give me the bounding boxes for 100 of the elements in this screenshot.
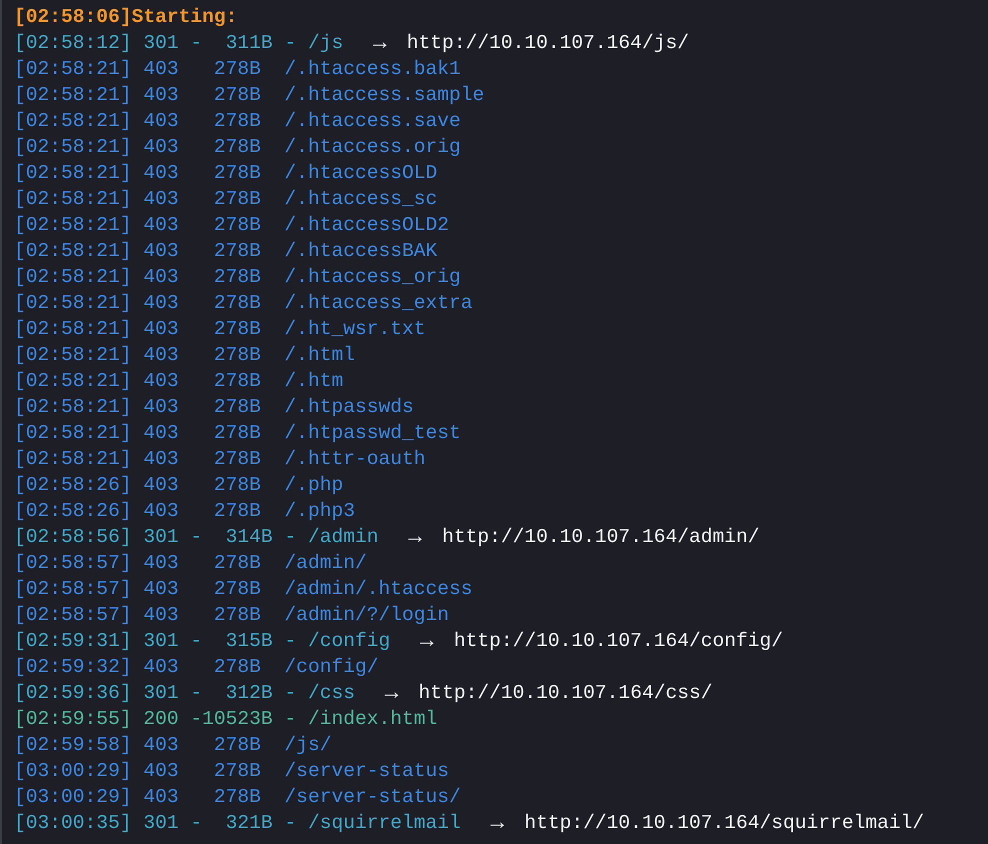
- url-path: /admin/.htaccess: [284, 577, 473, 602]
- url-path: /css: [308, 681, 355, 706]
- response-size: 278B: [212, 265, 261, 290]
- redirect-url: http://10.10.107.164/admin/: [442, 525, 760, 550]
- url-path: /squirrelmail: [308, 811, 461, 836]
- response-size: 278B: [212, 655, 261, 680]
- status-code: 301: [143, 525, 179, 550]
- url-path: /.httr-oauth: [284, 447, 426, 472]
- response-size: 278B: [212, 421, 261, 446]
- response-size: 10523B: [202, 707, 273, 732]
- response-size: 315B: [224, 629, 273, 654]
- url-path: /.html: [284, 343, 355, 368]
- url-path: /.php: [284, 473, 344, 498]
- separator: -: [284, 707, 296, 732]
- response-size: 278B: [212, 213, 261, 238]
- timestamp: [02:59:32]: [14, 655, 132, 680]
- status-code: 403: [143, 551, 179, 576]
- url-path: /.htaccessBAK: [284, 239, 438, 264]
- timestamp: [02:58:21]: [14, 83, 132, 108]
- status-code: 403: [143, 83, 179, 108]
- timestamp: [02:58:56]: [14, 525, 132, 550]
- url-path: /admin/?/login: [284, 603, 450, 628]
- url-path: /.htaccessOLD2: [284, 213, 450, 238]
- redirect-arrow: →: [408, 524, 422, 550]
- timestamp: [03:00:29]: [14, 759, 132, 784]
- separator: -: [284, 681, 296, 706]
- status-code: 200: [143, 707, 179, 732]
- response-size: 314B: [224, 525, 273, 550]
- status-code: 403: [143, 291, 179, 316]
- url-path: /.htaccess_orig: [284, 265, 461, 290]
- status-code: 403: [143, 187, 179, 212]
- timestamp: [02:58:21]: [14, 369, 132, 394]
- timestamp: [03:00:29]: [14, 785, 132, 810]
- status-code: 403: [143, 655, 179, 680]
- status-code: 403: [143, 603, 179, 628]
- timestamp: [02:58:57]: [14, 551, 132, 576]
- url-path: /.ht_wsr.txt: [284, 317, 426, 342]
- redirect-url: http://10.10.107.164/js/: [406, 31, 689, 56]
- status-code: 403: [143, 265, 179, 290]
- url-path: /.htaccess_sc: [284, 187, 438, 212]
- separator: -: [190, 681, 202, 706]
- url-path: /.htaccess.sample: [284, 83, 484, 108]
- response-size: 278B: [212, 161, 261, 186]
- response-size: 321B: [224, 811, 273, 836]
- redirect-arrow: →: [384, 680, 398, 706]
- status-code: 403: [143, 161, 179, 186]
- response-size: 278B: [212, 395, 261, 420]
- separator: -: [284, 811, 296, 836]
- separator: -: [190, 811, 202, 836]
- url-path: /.htpasswds: [284, 395, 414, 420]
- response-size: 278B: [212, 57, 261, 82]
- separator: -: [284, 629, 296, 654]
- timestamp: [02:58:26]: [14, 473, 132, 498]
- response-size: 278B: [212, 239, 261, 264]
- status-code: 403: [143, 369, 179, 394]
- status-code: 301: [143, 629, 179, 654]
- url-path: /.htaccess.orig: [284, 135, 461, 160]
- timestamp: [02:58:12]: [14, 31, 132, 56]
- timestamp: [02:58:21]: [14, 317, 132, 342]
- url-path: /.htaccess.bak1: [284, 57, 461, 82]
- timestamp: [02:59:55]: [14, 707, 132, 732]
- timestamp: [02:58:21]: [14, 109, 132, 134]
- response-size: 278B: [212, 109, 261, 134]
- response-size: 278B: [212, 473, 261, 498]
- timestamp: [02:59:58]: [14, 733, 132, 758]
- response-size: 278B: [212, 603, 261, 628]
- status-code: 403: [143, 759, 179, 784]
- response-size: 278B: [212, 291, 261, 316]
- response-size: 278B: [212, 577, 261, 602]
- timestamp: [02:58:57]: [14, 603, 132, 628]
- url-path: /config: [308, 629, 390, 654]
- status-code: 403: [143, 239, 179, 264]
- url-path: /.htaccessOLD: [284, 161, 438, 186]
- status-code: 403: [143, 109, 179, 134]
- url-path: /server-status/: [284, 785, 461, 810]
- timestamp: [02:59:36]: [14, 681, 132, 706]
- status-code: 301: [143, 31, 179, 56]
- status-code: 301: [143, 681, 179, 706]
- response-size: 278B: [212, 759, 261, 784]
- url-path: /admin: [308, 525, 379, 550]
- response-size: 278B: [212, 551, 261, 576]
- url-path: /.htm: [284, 369, 344, 394]
- timestamp: [02:58:21]: [14, 447, 132, 472]
- status-code: 403: [143, 473, 179, 498]
- response-size: 278B: [212, 447, 261, 472]
- response-size: 278B: [212, 83, 261, 108]
- response-size: 278B: [212, 135, 261, 160]
- url-path: /js: [308, 31, 344, 56]
- status-code: 403: [143, 57, 179, 82]
- timestamp: [02:58:21]: [14, 57, 132, 82]
- redirect-arrow: →: [372, 30, 386, 56]
- separator: -: [190, 629, 202, 654]
- timestamp: [02:58:21]: [14, 343, 132, 368]
- status-code: 403: [143, 421, 179, 446]
- status-code: 403: [143, 395, 179, 420]
- separator: -: [190, 31, 202, 56]
- response-size: 278B: [212, 369, 261, 394]
- response-size: 278B: [212, 785, 261, 810]
- timestamp: [03:00:35]: [14, 811, 132, 836]
- starting-label: Starting:: [132, 5, 238, 30]
